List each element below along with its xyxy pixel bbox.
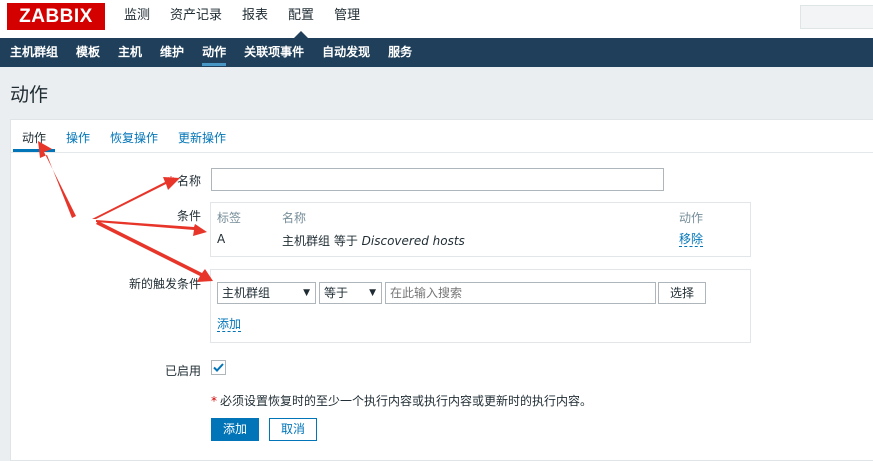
new-condition-label: 新的触发条件: [128, 277, 201, 291]
conditions-table: 标签 名称 动作 A 主机群组 等于 Discovered hosts 移除: [210, 202, 751, 257]
sub-menu-hosts[interactable]: 主机: [109, 38, 151, 67]
main-menu-configuration[interactable]: 配置: [278, 0, 324, 38]
main-menu-reports[interactable]: 报表: [232, 0, 278, 38]
enabled-checkbox[interactable]: [211, 360, 226, 375]
add-condition-link[interactable]: 添加: [217, 317, 242, 332]
conditions-header-tag: 标签: [217, 211, 242, 225]
enabled-label: 已启用: [164, 364, 201, 378]
condition-operator-select[interactable]: 等于 ▼: [319, 282, 382, 304]
cancel-button[interactable]: 取消: [269, 418, 317, 441]
required-mark: *: [167, 174, 174, 188]
tab-action[interactable]: 动作: [22, 129, 46, 146]
page-title: 动作: [10, 84, 49, 106]
sub-menu-discovery[interactable]: 自动发现: [313, 38, 379, 67]
tab-recovery-operations[interactable]: 恢复操作: [110, 129, 158, 146]
main-menu: 监测 资产记录 报表 配置 管理: [114, 0, 370, 38]
condition-tag: A: [217, 232, 226, 246]
action-form-panel: 动作 操作 恢复操作 更新操作 * 名称 条件 标签 名称 动作 A 主机群组 等…: [10, 119, 873, 461]
sub-menu-maintenance[interactable]: 维护: [151, 38, 193, 67]
select-button[interactable]: 选择: [658, 282, 706, 304]
sub-menu-services[interactable]: 服务: [379, 38, 421, 67]
main-menu-inventory[interactable]: 资产记录: [160, 0, 232, 38]
active-tab-indicator: [13, 149, 55, 152]
condition-type-select[interactable]: 主机群组 ▼: [217, 282, 316, 304]
condition-search-input[interactable]: [385, 282, 656, 304]
main-menu-monitoring[interactable]: 监测: [114, 0, 160, 38]
remove-condition-link[interactable]: 移除: [679, 232, 704, 247]
sub-menu: 主机群组 模板 主机 维护 动作 关联项事件 自动发现 服务: [0, 38, 873, 67]
conditions-label: 条件: [176, 209, 201, 223]
sub-menu-event-correlation[interactable]: 关联项事件: [235, 38, 313, 67]
condition-name: 主机群组 等于 Discovered hosts: [282, 234, 465, 248]
conditions-header-action: 动作: [679, 211, 704, 225]
sub-menu-host-groups[interactable]: 主机群组: [0, 38, 67, 67]
sub-menu-templates[interactable]: 模板: [67, 38, 109, 67]
sub-menu-actions[interactable]: 动作: [193, 38, 235, 67]
new-condition-box: 主机群组▼ 等于▼ 选择 添加: [210, 269, 751, 343]
required-mark: *: [211, 394, 217, 408]
dropdown-arrow-icon: ▼: [369, 288, 376, 298]
zabbix-logo[interactable]: ZABBIX: [7, 3, 105, 30]
name-input[interactable]: [211, 168, 664, 191]
main-menu-administration[interactable]: 管理: [324, 0, 370, 38]
requirement-note: * 必须设置恢复时的至少一个执行内容或执行内容或更新时的执行内容。: [211, 394, 593, 408]
add-button[interactable]: 添加: [211, 418, 259, 441]
top-bar: ZABBIX 监测 资产记录 报表 配置 管理: [0, 0, 873, 39]
conditions-header-name: 名称: [282, 211, 307, 225]
tab-update-operations[interactable]: 更新操作: [178, 129, 226, 146]
name-label: * 名称: [167, 174, 201, 188]
global-search-input[interactable]: [800, 5, 873, 29]
dropdown-arrow-icon: ▼: [303, 288, 310, 298]
checkmark-icon: [213, 363, 224, 372]
tab-operations[interactable]: 操作: [66, 129, 90, 146]
form-tabs: 动作 操作 恢复操作 更新操作: [11, 120, 873, 153]
